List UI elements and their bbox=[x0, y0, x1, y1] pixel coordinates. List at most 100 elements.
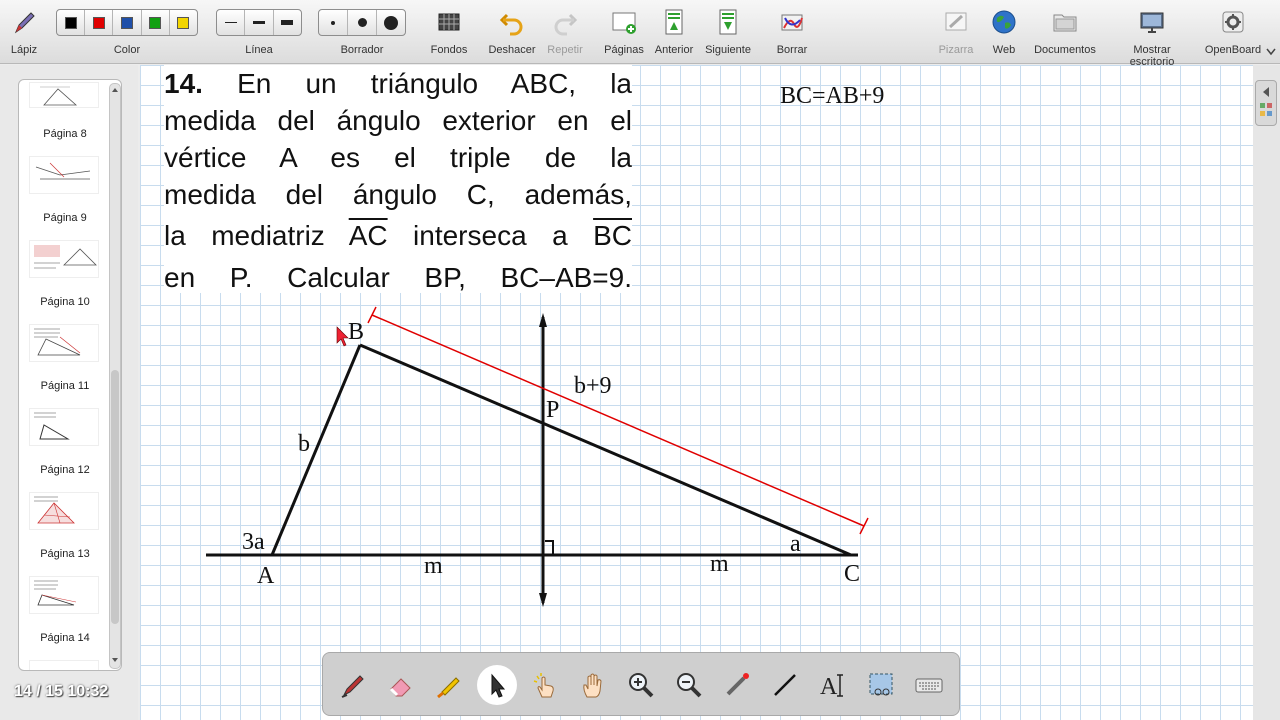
arrow-down-icon bbox=[539, 593, 547, 607]
thumbnail-scrollbar[interactable] bbox=[109, 83, 121, 669]
interact-tool-button[interactable] bbox=[525, 665, 565, 705]
highlighter-icon bbox=[437, 677, 460, 699]
screen-capture-icon bbox=[869, 673, 893, 696]
segment-m-right-label: m bbox=[710, 551, 729, 577]
thumbnail-list[interactable]: Página 8 Página 9 Página 10 Página 11 Pá… bbox=[18, 79, 122, 671]
folder-icon bbox=[1053, 14, 1077, 32]
virtual-keyboard-button[interactable] bbox=[909, 665, 949, 705]
clear-page-icon bbox=[781, 14, 803, 31]
laser-pointer-button[interactable] bbox=[717, 665, 757, 705]
board-icon bbox=[945, 12, 967, 31]
vertex-b-label: B bbox=[348, 319, 364, 345]
laser-pointer-icon bbox=[726, 673, 749, 696]
svg-text:A: A bbox=[820, 674, 838, 700]
next-page-button[interactable]: Siguiente bbox=[705, 0, 751, 64]
color-picker bbox=[56, 9, 198, 36]
chevron-down-icon[interactable] bbox=[1266, 48, 1276, 56]
openboard-menu-button[interactable]: OpenBoard bbox=[1205, 0, 1261, 64]
add-page-icon bbox=[612, 12, 636, 34]
undo-icon bbox=[499, 13, 523, 36]
eraser-tool-button[interactable] bbox=[381, 665, 421, 705]
documents-button[interactable]: Documentos bbox=[1034, 0, 1096, 64]
pen-icon bbox=[341, 675, 364, 698]
clear-page-label: Borrar bbox=[776, 44, 808, 56]
library-panel-handle[interactable] bbox=[1255, 80, 1277, 126]
zoom-in-icon bbox=[629, 673, 654, 698]
whiteboard-canvas[interactable]: 14. En un triángulo ABC, la medida del á… bbox=[140, 65, 1253, 720]
show-desktop-button[interactable]: Mostrar escritorio bbox=[1130, 0, 1174, 68]
scrollbar-thumb[interactable] bbox=[111, 370, 119, 624]
mouse-cursor-icon bbox=[336, 326, 349, 347]
dimension-line-bc bbox=[371, 314, 865, 527]
page-thumbnails-sidebar: Página 8 Página 9 Página 10 Página 11 Pá… bbox=[0, 65, 138, 720]
line-width-picker bbox=[216, 9, 302, 36]
line-thin[interactable] bbox=[217, 10, 246, 35]
color-label: Color bbox=[113, 44, 141, 56]
web-button[interactable]: Web bbox=[986, 0, 1022, 64]
point-p-label: P bbox=[546, 397, 559, 423]
color-green[interactable] bbox=[142, 10, 170, 35]
thumbnail-page-12[interactable] bbox=[29, 408, 99, 446]
gear-icon bbox=[1222, 11, 1244, 33]
eraser-icon bbox=[389, 678, 411, 697]
color-blue[interactable] bbox=[113, 10, 142, 35]
line-group: Línea bbox=[216, 0, 302, 64]
angle-3a-label: 3a bbox=[242, 529, 265, 555]
next-page-icon bbox=[719, 9, 737, 35]
keyboard-icon bbox=[915, 678, 943, 693]
highlighter-tool-button[interactable] bbox=[429, 665, 469, 705]
hand-icon bbox=[583, 673, 602, 698]
color-yellow[interactable] bbox=[170, 10, 197, 35]
openboard-label: OpenBoard bbox=[1204, 44, 1262, 56]
line-icon bbox=[774, 674, 796, 696]
line-medium[interactable] bbox=[245, 10, 274, 35]
backgrounds-button[interactable]: Fondos bbox=[430, 0, 468, 64]
eraser-medium[interactable] bbox=[348, 10, 377, 35]
pointing-hand-icon bbox=[533, 673, 554, 698]
eraser-label: Borrador bbox=[340, 44, 384, 56]
side-ab bbox=[270, 344, 362, 556]
pen-icon bbox=[14, 12, 35, 34]
thumbnail-page-9[interactable] bbox=[29, 156, 99, 194]
angle-a-label: a bbox=[790, 531, 801, 557]
zoom-in-button[interactable] bbox=[621, 665, 661, 705]
scroll-down-icon[interactable] bbox=[111, 656, 119, 664]
thumbnail-page-8[interactable] bbox=[29, 82, 99, 108]
eraser-group: Borrador bbox=[318, 0, 406, 64]
scroll-up-icon[interactable] bbox=[111, 86, 119, 94]
thumbnail-page-10[interactable] bbox=[29, 240, 99, 278]
desktop-icon bbox=[1140, 12, 1164, 33]
dimension-tick bbox=[859, 517, 869, 535]
selector-tool-button[interactable] bbox=[477, 665, 517, 705]
arrow-cursor-icon bbox=[491, 673, 506, 698]
eraser-small[interactable] bbox=[319, 10, 348, 35]
line-thick[interactable] bbox=[274, 10, 301, 35]
hand-tool-button[interactable] bbox=[573, 665, 613, 705]
capture-tool-button[interactable] bbox=[861, 665, 901, 705]
right-panel-edge bbox=[1253, 65, 1280, 720]
page-counter-clock: 14 / 15 10:32 bbox=[14, 683, 109, 700]
thumbnail-page-15[interactable] bbox=[29, 660, 99, 670]
color-black[interactable] bbox=[57, 10, 86, 35]
line-tool-button[interactable] bbox=[765, 665, 805, 705]
redo-button[interactable]: Repetir bbox=[546, 0, 584, 64]
previous-page-button[interactable]: Anterior bbox=[655, 0, 693, 64]
clear-page-button[interactable]: Borrar bbox=[774, 0, 810, 64]
page-label: Página 13 bbox=[40, 548, 90, 560]
side-bc-length-label: b+9 bbox=[574, 373, 612, 399]
eraser-large[interactable] bbox=[377, 10, 405, 35]
text-tool-button[interactable]: A bbox=[813, 665, 853, 705]
dimension-tick bbox=[367, 306, 377, 324]
zoom-out-button[interactable] bbox=[669, 665, 709, 705]
color-red[interactable] bbox=[85, 10, 114, 35]
zoom-out-icon bbox=[677, 673, 702, 698]
documents-label: Documentos bbox=[1034, 44, 1096, 56]
text-icon: A bbox=[820, 674, 843, 700]
thumbnail-page-11[interactable] bbox=[29, 324, 99, 362]
thumbnail-page-14[interactable] bbox=[29, 576, 99, 614]
chevron-left-icon bbox=[1260, 87, 1272, 116]
page-label: Página 8 bbox=[43, 128, 87, 140]
pen-tool-button[interactable] bbox=[333, 665, 373, 705]
redo-icon bbox=[554, 13, 578, 36]
thumbnail-page-13[interactable] bbox=[29, 492, 99, 530]
